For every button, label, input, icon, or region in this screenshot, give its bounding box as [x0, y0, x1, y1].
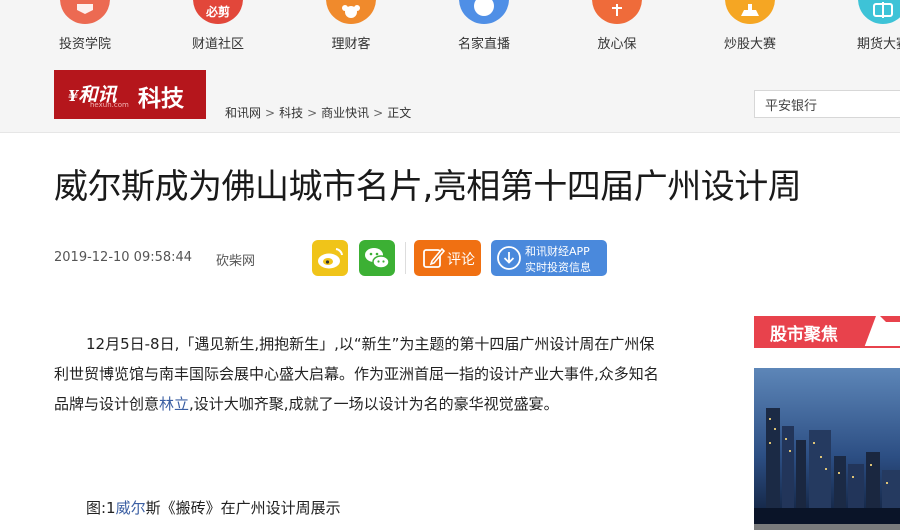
sidebar-section-header: 股市聚焦 [754, 316, 900, 348]
breadcrumb-separator: > [265, 106, 276, 120]
keyword-link[interactable]: 林立 [159, 395, 189, 413]
breadcrumb-news[interactable]: 商业快讯 [321, 106, 369, 120]
nav-label: 名家直播 [457, 37, 510, 52]
insurance-icon [592, 0, 642, 24]
paragraph-text-end: ,设计大咖齐聚,成就了一场以设计为名的豪华视觉盛宴。 [189, 395, 559, 413]
share-wechat-button[interactable] [359, 240, 395, 276]
breadcrumb-tech[interactable]: 科技 [279, 106, 303, 120]
breadcrumb-home[interactable]: 和讯网 [225, 106, 261, 120]
futures-icon [858, 0, 900, 24]
comment-button[interactable]: 评论 [414, 240, 481, 276]
academy-icon [60, 0, 110, 24]
app-label-line1: 和讯财经APP [525, 245, 590, 258]
weibo-icon [318, 248, 343, 269]
live-icon [459, 0, 509, 24]
download-icon [497, 246, 521, 270]
article-paragraph: 12月5日-8日,「遇见新生,拥抱新生」,以“新生”为主题的第十四届广州设计周在… [54, 329, 664, 419]
wealth-icon [326, 0, 376, 24]
featured-city-image[interactable] [754, 368, 900, 530]
breadcrumb-separator: > [307, 106, 318, 120]
community-icon-glyph: 必剪 [205, 5, 230, 19]
community-icon: 必剪 [193, 0, 243, 24]
nav-label: 理财客 [331, 37, 371, 52]
comment-label: 评论 [447, 252, 475, 268]
search-input[interactable] [754, 90, 900, 118]
image-caption: 图:1威尔斯《搬砖》在广州设计周展示 [86, 497, 341, 518]
sidebar-section-title: 股市聚焦 [770, 325, 838, 345]
app-label-line2: 实时投资信息 [525, 261, 591, 274]
breadcrumb-separator: > [373, 106, 384, 120]
hexun-tech-logo[interactable]: ¥和讯 hexun.com 科技 [54, 70, 206, 119]
logo-channel-text: 科技 [138, 85, 184, 112]
share-divider [405, 242, 406, 274]
article-title: 威尔斯成为佛山城市名片,亮相第十四届广州设计周 [54, 167, 802, 207]
breadcrumb: 和讯网 > 科技 > 商业快讯 > 正文 [225, 104, 411, 121]
breadcrumb-current: 正文 [387, 106, 412, 120]
caption-prefix: 图:1 [86, 499, 116, 517]
caption-text: 斯《搬砖》在广州设计周展示 [145, 499, 341, 517]
contest-icon [725, 0, 775, 24]
channel-header: ¥和讯 hexun.com 科技 和讯网 > 科技 > 商业快讯 > 正文 [0, 60, 900, 133]
nav-label: 放心保 [597, 37, 637, 52]
article-date: 2019-12-10 09:58:44 [54, 250, 193, 265]
caption-keyword-link[interactable]: 威尔 [116, 499, 146, 517]
nav-label: 投资学院 [58, 37, 111, 52]
top-nav: 投资学院 必剪 财道社区 理财客 名家直播 放心保 炒股大赛 期货大赛 [0, 0, 900, 60]
nav-label: 财道社区 [191, 37, 244, 52]
nav-label: 炒股大赛 [723, 37, 776, 52]
article-source: 砍柴网 [216, 254, 256, 269]
logo-domain-text: hexun.com [90, 101, 129, 109]
wechat-icon [365, 248, 390, 269]
nav-label: 期货大赛 [856, 37, 900, 52]
download-app-button[interactable]: 和讯财经APP 实时投资信息 [491, 240, 607, 276]
share-weibo-button[interactable] [312, 240, 348, 276]
edit-icon [423, 247, 446, 268]
